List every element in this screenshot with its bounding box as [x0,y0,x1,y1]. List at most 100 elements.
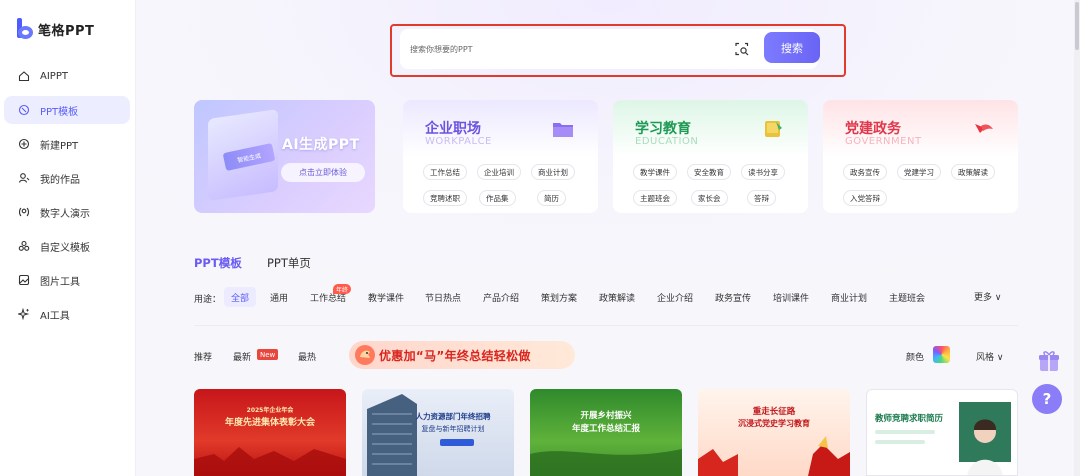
gift-icon[interactable] [1036,348,1062,374]
user-works-icon [18,172,30,184]
search-input[interactable] [410,40,710,58]
tag-chip[interactable]: 入党答辩 [843,190,887,206]
tag-chip[interactable]: 答辩 [747,190,776,206]
search-button[interactable]: 搜索 [764,32,820,63]
filter-more-dropdown[interactable]: 更多 ∨ [974,290,1001,303]
sidebar-item-label: 图片工具 [40,276,80,288]
color-filter-label[interactable]: 颜色 [906,350,924,363]
tag-chip[interactable]: 安全教育 [687,164,731,180]
promo-banner[interactable]: 优惠加“马”年终总结轻松做 [349,341,575,369]
plus-circle-icon [18,138,30,150]
search-highlight-frame: 搜索 [390,24,846,77]
color-palette-icon[interactable] [933,346,950,363]
tab-ppt-template[interactable]: PPT模板 [194,255,242,271]
new-badge: New [257,349,279,360]
style-filter-dropdown[interactable]: 风格 ∨ [976,350,1003,363]
logo-icon [16,18,34,40]
sidebar-item-ai-tools[interactable]: AI工具 [4,300,130,328]
sidebar-item-label: AIPPT [40,70,68,82]
filter-all[interactable]: 全部 [224,287,257,307]
thumbnail-accent-bar [440,439,474,446]
scrollbar-thumb[interactable] [1075,2,1079,50]
tag-chip[interactable]: 读书分享 [741,164,785,180]
help-button[interactable]: ? [1032,384,1062,414]
sort-hottest[interactable]: 最热 [298,350,316,363]
sidebar-item-new-ppt[interactable]: 新建PPT [4,130,130,158]
template-icon [18,104,30,116]
filter-option[interactable]: 主题班会 [889,287,925,307]
filter-option[interactable]: 通用 [270,287,288,307]
thumbnail-line1: 教师竞聘求职简历 [875,414,944,424]
sort-newest[interactable]: 最新 [233,350,251,363]
tag-chip[interactable]: 简历 [537,190,566,206]
sidebar-item-my-works[interactable]: 我的作品 [4,164,130,192]
scrollbar-track[interactable] [1074,0,1080,476]
divider [194,325,1018,326]
filter-option[interactable]: 策划方案 [541,287,577,307]
ai-card-title: AI生成PPT [282,137,360,153]
sort-recommended[interactable]: 推荐 [194,350,212,363]
tag-chip[interactable]: 政务宣传 [843,164,887,180]
ai-generate-card[interactable]: 智能生成 AI生成PPT 点击立即体验 [194,100,375,213]
home-icon [18,70,30,82]
sidebar-item-label: 数字人演示 [40,208,90,220]
sidebar-item-image-tool[interactable]: 图片工具 [4,266,130,294]
thumbnail-line2: 沉浸式党史学习教育 [738,419,810,428]
category-card-government[interactable]: 党建政务 GOVERNMENT 政务宣传 党建学习 政策解读 入党答辩 [823,100,1018,213]
sidebar-item-label: AI工具 [40,310,70,322]
filter-option[interactable]: 节日热点 [425,287,461,307]
sidebar: 笔格PPT AIPPT PPT模板 新建PPT 我的作品 数字人演示 自定义模板 [0,0,136,476]
template-thumbnail[interactable]: 人力资源部门年终招聘 复盘与新年招聘计划 [362,389,514,476]
try-now-button[interactable]: 点击立即体验 [281,163,365,182]
tag-chip[interactable]: 竞聘述职 [423,190,467,206]
tag-chip[interactable]: 工作总结 [423,164,467,180]
tag-chip[interactable]: 党建学习 [897,164,941,180]
filter-option[interactable]: 培训课件 [773,287,809,307]
tag-chip[interactable]: 商业计划 [531,164,575,180]
horse-mascot-icon [353,343,377,367]
sidebar-item-custom-template[interactable]: 自定义模板 [4,232,130,260]
thumbnail-placeholder-line [875,430,935,434]
template-thumbnail[interactable]: 重走长征路 沉浸式党史学习教育 [698,389,850,476]
filter-option[interactable]: 政务宣传 [715,287,751,307]
logo[interactable]: 笔格PPT [16,18,94,40]
category-subtitle: GOVERNMENT [845,136,922,147]
year-end-badge: 年终 [333,284,352,294]
digital-human-icon [18,206,30,218]
tag-chip[interactable]: 家长会 [691,190,728,206]
thumbnail-line1: 人力资源部门年终招聘 [415,412,491,421]
tag-chip[interactable]: 政策解读 [951,164,995,180]
category-title: 企业职场 [425,121,481,137]
sidebar-item-digital-human[interactable]: 数字人演示 [4,198,130,226]
tag-chip[interactable]: 教学课件 [633,164,677,180]
template-thumbnail[interactable]: 2025年企业年会 年度先进集体表彰大会 [194,389,346,476]
logo-text: 笔格PPT [38,23,95,39]
book-icon [762,120,784,138]
sidebar-item-label: PPT模板 [40,106,79,118]
main-content: 搜索 智能生成 AI生成PPT 点击立即体验 企业职场 WORKPALCE 工作… [137,0,1080,476]
filter-option[interactable]: 商业计划 [831,287,867,307]
tag-chip[interactable]: 作品集 [479,190,516,206]
thumbnail-placeholder-line [875,440,925,444]
flag-icon [972,120,994,138]
sidebar-item-aippt[interactable]: AIPPT [4,62,130,90]
promo-text: 优惠加“马”年终总结轻松做 [379,349,531,363]
custom-template-icon [18,240,30,252]
category-card-workplace[interactable]: 企业职场 WORKPALCE 工作总结 企业培训 商业计划 竞聘述职 作品集 简… [403,100,598,213]
sidebar-item-ppt-template[interactable]: PPT模板 [4,96,130,124]
category-card-education[interactable]: 学习教育 EDUCATION 教学课件 安全教育 读书分享 主题班会 家长会 答… [613,100,808,213]
template-thumbnail[interactable]: 教师竞聘求职简历 [866,389,1018,476]
tag-chip[interactable]: 主题班会 [633,190,677,206]
search-box: 搜索 [400,29,820,69]
tab-ppt-single-page[interactable]: PPT单页 [267,255,311,271]
thumbnail-line1: 重走长征路 [752,407,796,417]
filter-label: 用途： [194,295,222,305]
category-subtitle: WORKPALCE [425,136,492,147]
filter-option[interactable]: 政策解读 [599,287,635,307]
filter-option[interactable]: 企业介绍 [657,287,693,307]
filter-option[interactable]: 教学课件 [368,287,404,307]
tag-chip[interactable]: 企业培训 [477,164,521,180]
filter-option[interactable]: 产品介绍 [483,287,519,307]
template-thumbnail[interactable]: 开展乡村振兴 年度工作总结汇报 [530,389,682,476]
image-search-icon[interactable] [734,41,750,57]
